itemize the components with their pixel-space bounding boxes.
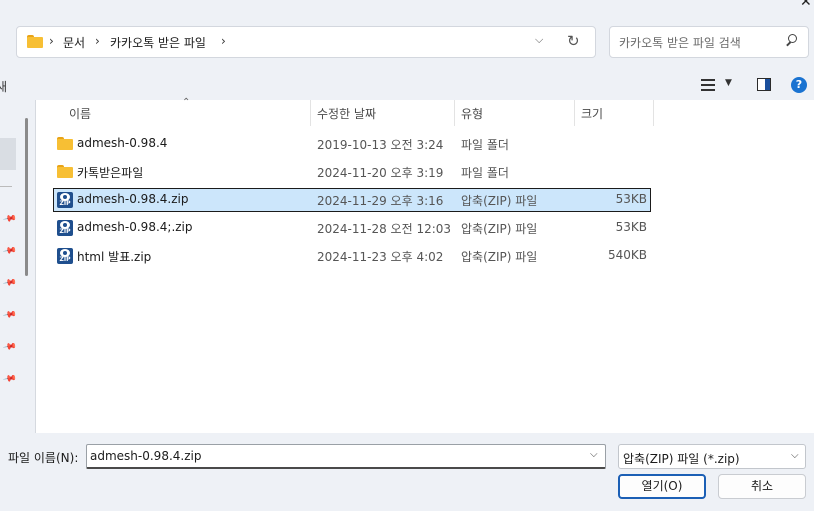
filetype-value[interactable]: 압축(ZIP) 파일 (*.zip) [623, 450, 740, 467]
file-name: admesh-0.98.4 [77, 136, 168, 150]
sort-ascending-icon: ⌃ [182, 97, 191, 108]
column-header-modified[interactable]: 수정한 날짜 [317, 105, 376, 122]
file-type: 파일 폴더 [461, 138, 509, 152]
file-type: 압축(ZIP) 파일 [461, 250, 538, 264]
filename-label: 파일 이름(N): [8, 451, 79, 465]
file-name: admesh-0.98.4.zip [77, 192, 189, 206]
file-modified: 2024-11-20 오후 3:19 [317, 166, 444, 180]
title-strip [0, 0, 814, 16]
file-row[interactable]: ZIP html 발표.zip 2024-11-23 오후 4:02 압축(ZI… [53, 244, 651, 268]
nav-item-selected[interactable] [0, 138, 16, 170]
dialog-footer: 파일 이름(N): admesh-0.98.4.zip ⌵ 압축(ZIP) 파일… [0, 433, 814, 511]
column-header-type[interactable]: 유형 [461, 105, 483, 122]
breadcrumb-kakaotalk-files[interactable]: 카카오톡 받은 파일 [110, 34, 206, 51]
zip-file-icon: ZIP [57, 220, 73, 236]
folder-icon [27, 35, 43, 48]
column-divider[interactable] [574, 100, 575, 126]
search-icon[interactable] [784, 33, 800, 49]
breadcrumb-separator[interactable]: › [95, 34, 100, 48]
file-modified: 2024-11-28 오전 12:03 [317, 222, 452, 236]
breadcrumb-separator[interactable]: › [221, 34, 226, 48]
column-header-size[interactable]: 크기 [581, 105, 603, 122]
file-modified: 2024-11-23 오후 4:02 [317, 250, 444, 264]
search-input[interactable]: 카카오톡 받은 파일 검색 [619, 34, 741, 51]
file-name: 카톡받은파일 [77, 166, 144, 180]
view-list-icon[interactable] [701, 79, 715, 91]
column-divider[interactable] [310, 100, 311, 126]
refresh-icon[interactable]: ↻ [567, 32, 583, 50]
address-bar[interactable]: › 문서 › 카카오톡 받은 파일 › ⌵ ↻ [16, 26, 596, 58]
close-icon[interactable]: ✕ [800, 0, 814, 10]
file-row-selected[interactable]: ZIP admesh-0.98.4.zip 2024-11-29 오후 3:16… [53, 188, 651, 212]
open-button[interactable]: 열기(O) [618, 474, 706, 499]
filename-input[interactable]: admesh-0.98.4.zip ⌵ [86, 444, 606, 469]
file-row[interactable]: 카톡받은파일 2024-11-20 오후 3:19 파일 폴더 [53, 160, 651, 184]
filetype-select[interactable]: 압축(ZIP) 파일 (*.zip) ⌵ [618, 444, 806, 469]
breadcrumb-documents[interactable]: 문서 [63, 34, 85, 51]
search-box[interactable]: 카카오톡 받은 파일 검색 [609, 26, 809, 58]
nav-scrollbar[interactable] [25, 118, 28, 276]
file-size: 53KB [615, 192, 647, 206]
file-type: 압축(ZIP) 파일 [461, 222, 538, 236]
preview-pane-icon[interactable] [757, 78, 771, 91]
filename-value[interactable]: admesh-0.98.4.zip [90, 449, 201, 463]
folder-icon [57, 136, 73, 152]
column-divider[interactable] [454, 100, 455, 126]
chevron-down-icon[interactable]: ⌵ [590, 449, 598, 460]
file-size: 53KB [615, 220, 647, 234]
file-modified: 2019-10-13 오전 3:24 [317, 138, 444, 152]
file-row[interactable]: ZIP admesh-0.98.4;.zip 2024-11-28 오전 12:… [53, 216, 651, 240]
column-header-name[interactable]: 이름 [69, 105, 91, 122]
cancel-button[interactable]: 취소 [718, 474, 806, 499]
zip-file-icon: ZIP [57, 248, 73, 264]
folder-icon [57, 164, 73, 180]
chevron-down-icon[interactable]: ▼ [725, 78, 732, 88]
file-type: 파일 폴더 [461, 166, 509, 180]
help-icon[interactable]: ? [791, 77, 807, 93]
file-list[interactable]: ⌃ 이름 수정한 날짜 유형 크기 admesh-0.98.4 2019-10-… [36, 97, 814, 433]
file-type: 압축(ZIP) 파일 [461, 194, 538, 208]
file-name: admesh-0.98.4;.zip [77, 220, 193, 234]
zip-file-icon: ZIP [57, 192, 73, 208]
chevron-down-icon[interactable]: ⌵ [535, 33, 549, 49]
file-name: html 발표.zip [77, 250, 152, 264]
chevron-down-icon[interactable]: ⌵ [791, 450, 799, 461]
breadcrumb-separator[interactable]: › [49, 34, 54, 48]
nav-divider [0, 186, 12, 187]
new-folder-label[interactable]: 새 [0, 78, 7, 95]
file-size: 540KB [607, 248, 647, 262]
file-modified: 2024-11-29 오후 3:16 [317, 194, 444, 208]
column-divider[interactable] [653, 100, 654, 126]
file-row[interactable]: admesh-0.98.4 2019-10-13 오전 3:24 파일 폴더 [53, 132, 651, 156]
